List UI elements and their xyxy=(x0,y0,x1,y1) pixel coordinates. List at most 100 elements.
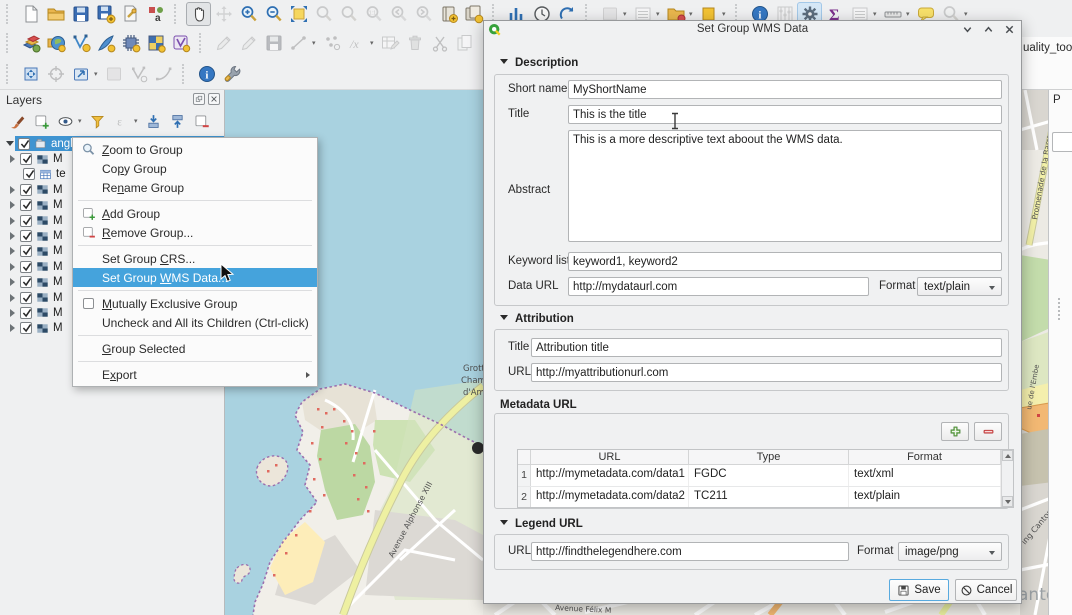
search-dropdown-icon[interactable]: ▾ xyxy=(964,10,971,18)
zoom-last-button[interactable] xyxy=(386,2,411,26)
current-edits-button[interactable] xyxy=(236,31,261,55)
manage-themes-button[interactable] xyxy=(53,110,77,132)
panel-splitter-handle[interactable] xyxy=(1058,298,1061,320)
metadata-remove-button[interactable] xyxy=(974,422,1002,441)
copy-features-button[interactable] xyxy=(452,31,477,55)
zoom-native-button[interactable] xyxy=(361,2,386,26)
add-point-layer-button[interactable] xyxy=(68,31,93,55)
add-virtual-layer-button[interactable] xyxy=(168,31,193,55)
section-header-legend-url[interactable]: Legend URL xyxy=(500,518,583,530)
menu-item-set-group-crs[interactable]: Set Group CRS... xyxy=(73,249,317,268)
cut-features-button[interactable] xyxy=(427,31,452,55)
add-line-feature-dropdown-icon[interactable]: ▾ xyxy=(312,39,319,47)
attribute-table-dropdown-icon[interactable]: ▾ xyxy=(873,10,880,18)
window-rollup-icon[interactable] xyxy=(962,24,973,35)
add-vector-layer-button[interactable] xyxy=(43,31,68,55)
zoom-to-layer-button[interactable] xyxy=(336,2,361,26)
add-postgis-layer-button[interactable] xyxy=(118,31,143,55)
layer-expander-icon[interactable] xyxy=(10,294,15,302)
layer-checkbox[interactable] xyxy=(20,292,32,304)
metadata-url-cell[interactable]: http://mymetadata.com/data1 xyxy=(531,465,689,486)
panel-close-icon[interactable] xyxy=(208,93,220,105)
style-manager-button[interactable] xyxy=(143,2,168,26)
layer-checkbox[interactable] xyxy=(20,245,32,257)
new-bookmark-button[interactable] xyxy=(436,2,461,26)
metadata-table-scrollbar[interactable] xyxy=(1001,450,1013,507)
group-checkbox[interactable] xyxy=(18,138,30,150)
layer-checkbox[interactable] xyxy=(20,199,32,211)
layer-checkbox[interactable] xyxy=(20,215,32,227)
toolbar-drag-handle[interactable] xyxy=(182,64,191,84)
menu-item-uncheck-and-all-its-children-ctrl-click[interactable]: Uncheck and All its Children (Ctrl-click… xyxy=(73,313,317,332)
save-edits-button[interactable] xyxy=(261,31,286,55)
zoom-out-button[interactable] xyxy=(261,2,286,26)
select-features-dropdown-icon[interactable]: ▾ xyxy=(623,10,630,18)
styling-panel-button[interactable] xyxy=(5,110,29,132)
layer-expander-icon[interactable] xyxy=(10,309,15,317)
layer-checkbox[interactable] xyxy=(20,276,32,288)
snapping-options-button[interactable] xyxy=(43,62,68,86)
metadata-format-cell[interactable]: text/xml xyxy=(849,465,1001,486)
layer-expander-icon[interactable] xyxy=(10,232,15,240)
keyword-list-input[interactable] xyxy=(568,252,1002,271)
cancel-button[interactable]: Cancel xyxy=(955,579,1017,601)
layer-checkbox[interactable] xyxy=(20,153,32,165)
collapse-all-button[interactable] xyxy=(165,110,189,132)
layer-checkbox[interactable] xyxy=(20,261,32,273)
layout-manager-button[interactable] xyxy=(118,2,143,26)
add-line-feature-button[interactable] xyxy=(286,31,311,55)
remove-layer-button[interactable] xyxy=(189,110,213,132)
layer-checkbox[interactable] xyxy=(20,184,32,196)
toolbar-drag-handle[interactable] xyxy=(6,33,15,53)
vertex-tool-dropdown-icon[interactable]: ▾ xyxy=(370,39,377,47)
data-url-input[interactable] xyxy=(568,277,869,296)
vertex-tool-button[interactable] xyxy=(344,31,369,55)
legend-url-input[interactable] xyxy=(531,542,849,561)
pan-to-object-button[interactable] xyxy=(18,62,43,86)
metadata-add-button[interactable] xyxy=(941,422,969,441)
add-group-button[interactable] xyxy=(29,110,53,132)
layer-checkbox[interactable] xyxy=(20,307,32,319)
offset-curve-button[interactable] xyxy=(151,62,176,86)
select-by-value-dropdown-icon[interactable]: ▾ xyxy=(656,10,663,18)
zoom-in-button[interactable] xyxy=(236,2,261,26)
layer-expander-icon[interactable] xyxy=(10,247,15,255)
abstract-textarea[interactable]: This is a more descriptive text aboout t… xyxy=(568,130,1002,242)
data-url-format-combo[interactable]: text/plain xyxy=(917,277,1002,296)
menu-checkbox[interactable] xyxy=(83,298,94,309)
save-button[interactable]: Save xyxy=(889,579,949,601)
layer-expander-icon[interactable] xyxy=(10,324,15,332)
title-input[interactable] xyxy=(568,105,1002,124)
layer-expander-icon[interactable] xyxy=(10,263,15,271)
group-expander-icon[interactable] xyxy=(6,141,14,146)
layer-expander-icon[interactable] xyxy=(10,217,15,225)
zoom-next-button[interactable] xyxy=(411,2,436,26)
expression-filter-dropdown-icon[interactable]: ▾ xyxy=(134,117,141,125)
open-project-button[interactable] xyxy=(43,2,68,26)
zoom-to-selection-button[interactable] xyxy=(311,2,336,26)
menu-item-set-group-wms-data[interactable]: Set Group WMS Data... xyxy=(73,268,317,287)
metadata-table-row[interactable]: 2http://mymetadata.com/data2TC211text/pl… xyxy=(518,487,1013,508)
menu-item-zoom-to-group[interactable]: Zoom to Group xyxy=(73,140,317,159)
digitize-with-segment-dropdown-icon[interactable]: ▾ xyxy=(94,70,101,78)
add-point-feature-button[interactable] xyxy=(319,31,344,55)
add-raster-layer-button[interactable] xyxy=(143,31,168,55)
reshape-features-button[interactable] xyxy=(101,62,126,86)
attribution-url-input[interactable] xyxy=(531,363,1002,382)
digitize-with-segment-button[interactable] xyxy=(68,62,93,86)
metadata-url-cell[interactable]: http://mymetadata.com/data2 xyxy=(531,487,689,508)
metadata-table[interactable]: URL Type Format 1http://mymetadata.com/d… xyxy=(517,449,1014,508)
metadata-format-cell[interactable]: text/plain xyxy=(849,487,1001,508)
layer-expander-icon[interactable] xyxy=(10,201,15,209)
window-close-icon[interactable] xyxy=(1004,24,1015,35)
options-wrench-button[interactable] xyxy=(219,62,244,86)
zoom-full-button[interactable] xyxy=(286,2,311,26)
toolbar-drag-handle[interactable] xyxy=(174,4,183,24)
attribution-title-input[interactable] xyxy=(531,338,1002,357)
scroll-up-icon[interactable] xyxy=(1002,450,1013,461)
panel-float-icon[interactable] xyxy=(193,93,205,105)
save-project-button[interactable] xyxy=(68,2,93,26)
section-header-description[interactable]: Description xyxy=(500,57,578,69)
pan-to-selection-button[interactable] xyxy=(211,2,236,26)
metadata-table-row[interactable]: 1http://mymetadata.com/data1FGDCtext/xml xyxy=(518,465,1013,487)
